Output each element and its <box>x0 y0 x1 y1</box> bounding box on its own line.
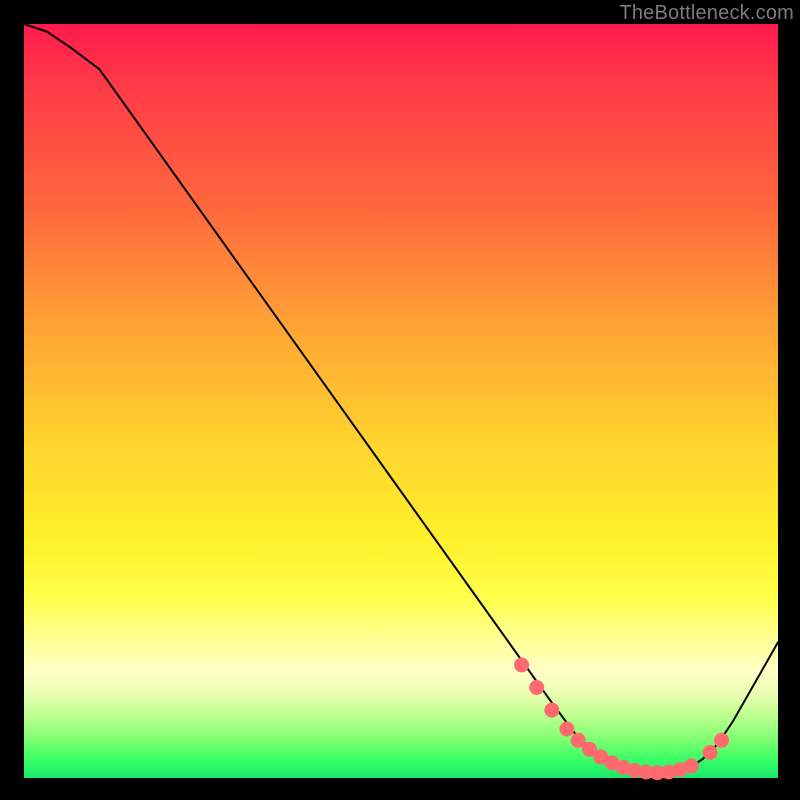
chart-container: TheBottleneck.com <box>0 0 800 800</box>
valley-marker <box>560 722 574 736</box>
bottleneck-curve <box>24 24 778 774</box>
plot-area <box>24 24 778 778</box>
valley-marker <box>571 733 585 747</box>
valley-marker <box>515 658 529 672</box>
watermark-text: TheBottleneck.com <box>619 2 794 25</box>
chart-svg <box>24 24 778 778</box>
valley-marker <box>703 745 717 759</box>
valley-markers-group <box>515 658 729 780</box>
valley-marker <box>530 681 544 695</box>
valley-marker <box>545 703 559 717</box>
valley-marker <box>684 759 698 773</box>
valley-marker <box>715 733 729 747</box>
